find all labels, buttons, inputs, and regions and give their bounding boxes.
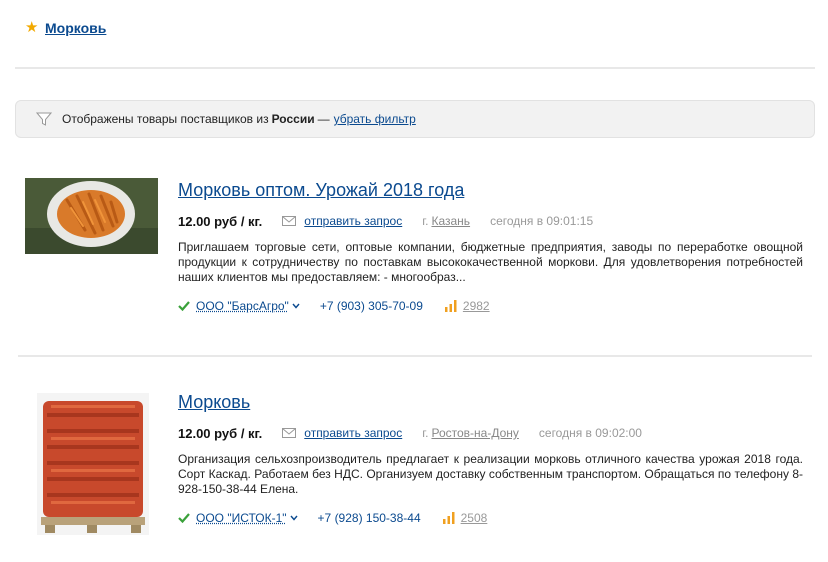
views-count[interactable]: 2508 [461,511,488,525]
product-image[interactable] [37,393,149,535]
product-image[interactable] [25,178,158,254]
city-link[interactable]: Ростов-на-Дону [431,426,518,440]
remove-filter-link[interactable]: убрать фильтр [334,112,416,126]
price-value: 12.00 руб [178,425,238,441]
company-link[interactable]: ООО "БарсАгро" [196,299,289,313]
product-price: 12.00 руб / кг. [178,214,262,229]
views-count[interactable]: 2982 [463,299,490,313]
product-description: Приглашаем торговые сети, оптовые компан… [178,240,803,284]
checkmark-icon [178,513,190,524]
price-unit: / кг. [240,213,263,229]
product-contacts: ООО "БарсАгро" +7 (903) 305-70-09 2982 [178,297,803,315]
product-contacts: ООО "ИСТОК-1" +7 (928) 150-38-44 2508 [178,509,803,527]
filter-text: Отображены товары поставщиков из [62,112,269,126]
product-meta: 12.00 руб / кг. отправить запрос г. Рост… [178,424,803,442]
product-title-link[interactable]: Морковь [178,390,803,414]
divider [18,355,812,357]
filter-country: России [271,112,315,126]
timestamp: сегодня в 09:02:00 [538,426,642,440]
phone-number[interactable]: +7 (903) 305-70-09 [320,299,423,313]
product-title-link[interactable]: Морковь оптом. Урожай 2018 года [178,178,803,202]
timestamp: сегодня в 09:01:15 [490,214,594,228]
breadcrumb-link[interactable]: Морковь [45,20,106,36]
envelope-icon [282,216,297,226]
star-icon: ★ [25,19,39,36]
bar-chart-icon [442,512,455,524]
price-value: 12.00 руб [178,213,238,229]
chevron-down-icon[interactable] [290,515,298,521]
filter-dash: — [317,112,330,126]
checkmark-icon [178,301,190,312]
filter-bar: Отображены товары поставщиков из России … [15,100,815,138]
city-link[interactable]: Казань [431,214,470,228]
bar-chart-icon [444,300,457,312]
product-description: Организация сельхозпроизводитель предлаг… [178,452,803,496]
company-link[interactable]: ООО "ИСТОК-1" [196,511,287,525]
divider [15,67,815,69]
send-request-link[interactable]: отправить запрос [304,426,402,440]
city-prefix: г. [422,214,429,228]
chevron-down-icon[interactable] [292,303,300,309]
send-request-link[interactable]: отправить запрос [304,214,402,228]
funnel-icon [36,112,52,126]
city-prefix: г. [422,426,429,440]
breadcrumb: ★ Морковь [25,18,106,38]
product-meta: 12.00 руб / кг. отправить запрос г. Каза… [178,212,803,230]
price-unit: / кг. [240,425,263,441]
phone-number[interactable]: +7 (928) 150-38-44 [318,511,421,525]
product-price: 12.00 руб / кг. [178,426,262,441]
envelope-icon [282,428,297,438]
